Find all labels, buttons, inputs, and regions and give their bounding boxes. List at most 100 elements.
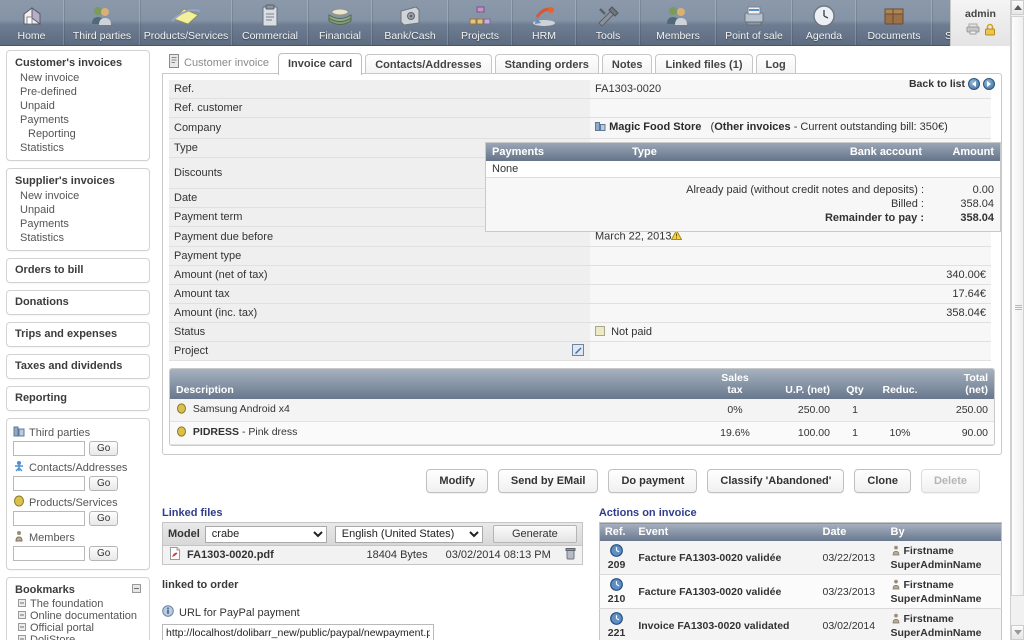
linked-files-title: Linked files: [162, 507, 223, 519]
search-go-contacts[interactable]: Go: [89, 476, 119, 491]
menu-group-trips-expenses[interactable]: Trips and expenses: [6, 322, 150, 347]
payments-summary-already-paid: Already paid (without credit notes and d…: [486, 183, 1000, 197]
search-input-contacts[interactable]: [13, 476, 85, 491]
language-select[interactable]: English (United States): [334, 525, 483, 543]
tab-contacts-addresses[interactable]: Contacts/Addresses: [365, 54, 492, 75]
nav-item-members[interactable]: Members: [640, 0, 716, 45]
next-record-icon[interactable]: [983, 78, 995, 90]
nav-item-third-parties[interactable]: Third parties: [64, 0, 140, 45]
search-go-third-parties[interactable]: Go: [89, 441, 119, 456]
search-go-products[interactable]: Go: [89, 511, 119, 526]
clone-button[interactable]: Clone: [854, 469, 911, 493]
tab-linked-files[interactable]: Linked files (1): [655, 54, 753, 75]
bookmark-dolistore[interactable]: DoliStore: [7, 634, 149, 640]
nav-item-hrm[interactable]: HRM: [512, 0, 576, 45]
user-menu[interactable]: admin: [950, 0, 1010, 46]
printer-icon[interactable]: [966, 23, 980, 38]
actions-header-row: Ref. Event Date By: [599, 522, 1002, 541]
action-by-firstname[interactable]: Firstname: [904, 613, 954, 625]
delete-file-icon[interactable]: [565, 547, 576, 563]
line-product-ref[interactable]: PIDRESS: [193, 426, 239, 438]
payments-col-type: Type: [632, 146, 657, 158]
menu-group-title[interactable]: Orders to bill: [7, 263, 149, 278]
action-event[interactable]: Invoice FA1303-0020 validated: [633, 608, 818, 640]
action-by-firstname[interactable]: Firstname: [904, 545, 954, 557]
edit-pencil-icon[interactable]: [572, 344, 585, 359]
sidebar-item-supplier-unpaid[interactable]: Unpaid: [7, 203, 149, 217]
action-by-lastname[interactable]: SuperAdminName: [891, 627, 982, 639]
nav-item-agenda[interactable]: Agenda: [792, 0, 856, 45]
search-go-members[interactable]: Go: [89, 546, 119, 561]
tab-notes[interactable]: Notes: [601, 54, 653, 75]
sidebar-item-supplier-statistics[interactable]: Statistics: [7, 231, 149, 245]
action-by-firstname[interactable]: Firstname: [904, 579, 954, 591]
modify-button[interactable]: Modify: [426, 469, 488, 493]
nav-item-point-of-sale[interactable]: Point of sale: [716, 0, 792, 45]
menu-group-title[interactable]: Trips and expenses: [7, 327, 149, 342]
menu-group-orders-to-bill[interactable]: Orders to bill: [6, 258, 150, 283]
menu-group-title[interactable]: Taxes and dividends: [7, 359, 149, 374]
scrollbar-down-button[interactable]: [1011, 625, 1024, 640]
tab-log[interactable]: Log: [755, 54, 796, 75]
action-event[interactable]: Facture FA1303-0020 validée: [633, 541, 818, 575]
menu-group-title[interactable]: Supplier's invoices: [7, 174, 149, 189]
previous-record-icon[interactable]: [968, 78, 980, 90]
search-input-third-parties[interactable]: [13, 441, 85, 456]
bookmarks-title-row: Bookmarks: [7, 583, 149, 598]
file-name-link[interactable]: FA1303-0020.pdf: [187, 549, 274, 561]
scrollbar-thumb[interactable]: [1011, 16, 1024, 596]
sidebar-item-pre-defined[interactable]: Pre-defined: [7, 85, 149, 99]
sidebar-item-unpaid[interactable]: Unpaid: [7, 99, 149, 113]
lines-col-total-l1: Total: [963, 372, 988, 384]
nav-item-tools[interactable]: Tools: [576, 0, 640, 45]
bookmark-the-foundation[interactable]: The foundation: [7, 598, 149, 610]
action-by-lastname[interactable]: SuperAdminName: [891, 593, 982, 605]
sidebar-item-new-invoice[interactable]: New invoice: [7, 71, 149, 85]
action-by-lastname[interactable]: SuperAdminName: [891, 559, 982, 571]
action-ref[interactable]: 221: [599, 608, 634, 640]
menu-group-taxes-dividends[interactable]: Taxes and dividends: [6, 354, 150, 379]
search-input-products[interactable]: [13, 511, 85, 526]
page-scrollbar[interactable]: [1010, 0, 1024, 640]
line-description: PIDRESS - Pink dress: [170, 421, 706, 445]
nav-item-financial[interactable]: Financial: [308, 0, 372, 45]
sidebar-item-supplier-payments[interactable]: Payments: [7, 217, 149, 231]
company-name-link[interactable]: Magic Food Store: [609, 121, 701, 133]
menu-group-title[interactable]: Customer's invoices: [7, 56, 149, 71]
sidebar-item-reporting[interactable]: Reporting: [7, 127, 149, 141]
nav-item-home[interactable]: Home: [0, 0, 64, 45]
nav-item-products-services[interactable]: Products/Services: [140, 0, 232, 45]
classify-abandoned-button[interactable]: Classify 'Abandoned': [707, 469, 845, 493]
line-sales-tax: 0%: [706, 399, 764, 422]
menu-group-reporting[interactable]: Reporting: [6, 386, 150, 411]
model-select[interactable]: crabe: [204, 525, 327, 543]
scrollbar-up-button[interactable]: [1011, 0, 1024, 15]
bookmark-official-portal[interactable]: Official portal: [7, 622, 149, 634]
nav-item-projects[interactable]: Projects: [448, 0, 512, 45]
search-input-members[interactable]: [13, 546, 85, 561]
tab-standing-orders[interactable]: Standing orders: [494, 54, 599, 75]
back-to-list-link[interactable]: Back to list: [909, 78, 995, 90]
do-payment-button[interactable]: Do payment: [608, 469, 698, 493]
other-invoices-link[interactable]: Other invoices: [714, 121, 790, 133]
sidebar-item-payments[interactable]: Payments: [7, 113, 149, 127]
nav-item-documents[interactable]: Documents: [856, 0, 932, 45]
action-ref[interactable]: 210: [599, 574, 634, 609]
tab-invoice-card[interactable]: Invoice card: [277, 53, 363, 75]
generate-button[interactable]: Generate: [492, 525, 577, 543]
lock-icon[interactable]: [984, 23, 996, 39]
bookmark-online-documentation[interactable]: Online documentation: [7, 610, 149, 622]
sidebar-item-statistics[interactable]: Statistics: [7, 141, 149, 155]
nav-item-commercial[interactable]: Commercial: [232, 0, 308, 45]
paypal-url-input[interactable]: [162, 624, 434, 640]
action-event[interactable]: Facture FA1303-0020 validée: [633, 574, 818, 609]
nav-item-bank-cash[interactable]: Bank/Cash: [372, 0, 448, 45]
menu-group-donations[interactable]: Donations: [6, 290, 150, 315]
line-desc-text[interactable]: Samsung Android x4: [193, 403, 290, 415]
bookmark-add-icon[interactable]: [132, 584, 141, 596]
action-ref[interactable]: 209: [599, 541, 634, 575]
menu-group-title[interactable]: Reporting: [7, 391, 149, 406]
menu-group-title[interactable]: Donations: [7, 295, 149, 310]
sidebar-item-supplier-new-invoice[interactable]: New invoice: [7, 189, 149, 203]
send-by-email-button[interactable]: Send by EMail: [497, 469, 599, 493]
